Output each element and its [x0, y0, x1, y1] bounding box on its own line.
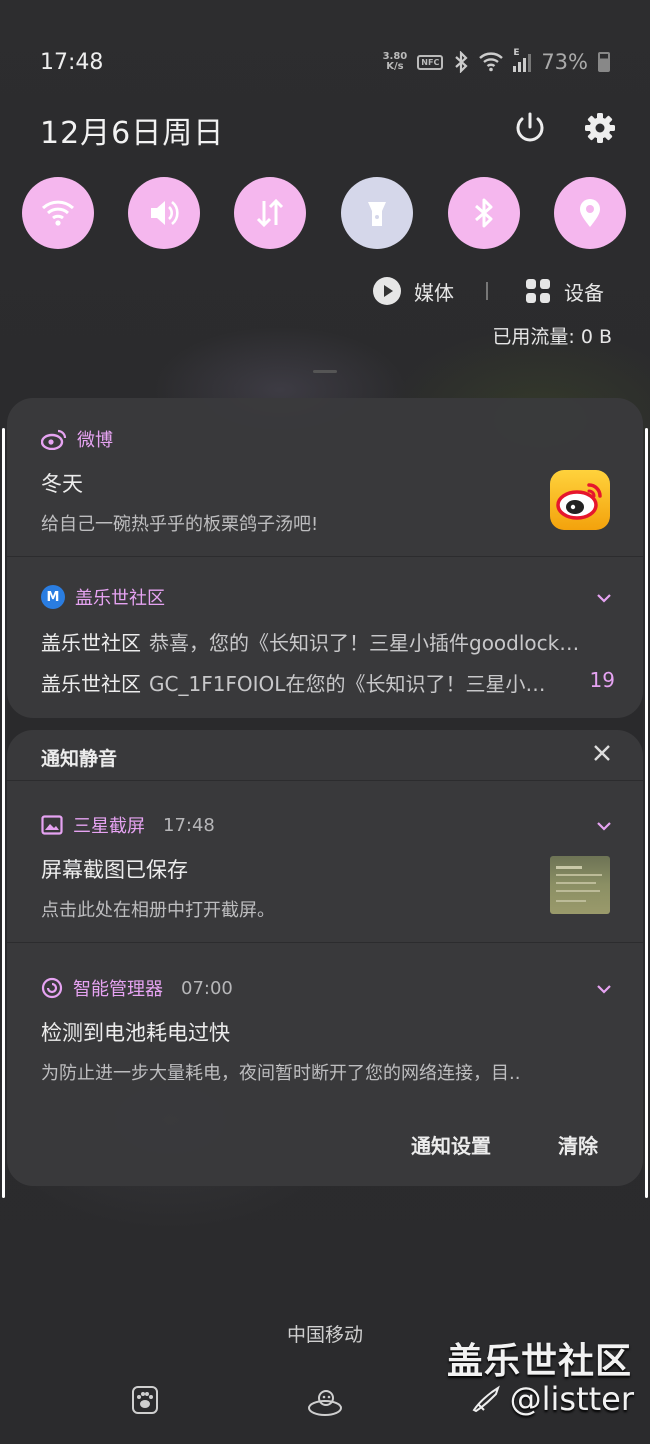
group-message-line: 盖乐世社区 GC_1F1FOIOL在您的《长知识了！三星小… 19: [41, 668, 615, 696]
notification-body: 点击此处在相册中打开截屏。: [41, 900, 275, 921]
devices-grid-icon: [526, 279, 550, 303]
devices-button[interactable]: 设备: [524, 277, 604, 306]
media-button[interactable]: 媒体: [372, 276, 454, 306]
signal-icon: E: [513, 48, 532, 72]
message-count-badge: 19: [589, 668, 615, 692]
notification-settings-button[interactable]: 通知设置: [411, 1130, 491, 1159]
image-icon: [41, 815, 63, 835]
notification-body: 为防止进一步大量耗电，夜间暂时断开了您的网络连接，目..: [41, 1063, 521, 1084]
nfc-icon: NFC: [417, 54, 444, 70]
wifi-status-icon: [479, 52, 504, 72]
media-device-row: 媒体 设备: [372, 276, 604, 306]
data-arrows-icon: [256, 198, 284, 228]
watermark-title: 盖乐世社区: [446, 1341, 632, 1382]
notification-app-row: 三星截屏 17:48: [41, 812, 215, 838]
location-icon: [580, 199, 600, 227]
play-icon: [373, 277, 401, 305]
date-label: 12月6日周日: [40, 116, 225, 151]
notification-title: 冬天: [41, 472, 83, 496]
data-usage-label: 已用流量: 0 B: [492, 326, 612, 348]
notification-app-row: 智能管理器 07:00: [41, 975, 233, 1001]
gear-icon: [585, 113, 615, 143]
mobile-data-toggle[interactable]: [234, 177, 306, 249]
flashlight-toggle[interactable]: [341, 177, 413, 249]
group-message-line: 盖乐世社区 恭喜，您的《长知识了！三星小插件goodlock…: [41, 631, 580, 655]
flashlight-icon: [368, 202, 386, 226]
divider: [486, 282, 488, 300]
chevron-down-icon[interactable]: [595, 589, 613, 607]
chevron-down-icon[interactable]: [595, 980, 613, 998]
notification-app-row: M 盖乐世社区: [41, 584, 165, 610]
power-icon: [516, 112, 544, 142]
silent-notification-panel: 通知静音 三星截屏 17:48 屏幕截图已保存 点击此处在相册中打开截屏。 智能…: [7, 730, 643, 1186]
divider: [7, 556, 643, 557]
wifi-icon: [41, 200, 75, 226]
battery-icon: [598, 52, 610, 72]
community-app-icon: M: [41, 585, 65, 609]
weibo-app-icon: [550, 470, 610, 530]
smart-manager-icon: [41, 977, 63, 999]
status-time: 17:48: [40, 50, 104, 75]
bluetooth-icon: [475, 198, 493, 228]
power-button[interactable]: [510, 108, 550, 148]
scroll-indicator-right: [645, 428, 648, 1198]
notification-app-row: 微博: [41, 426, 113, 452]
screenshot-thumbnail: [550, 856, 610, 914]
silent-section-header: 通知静音: [41, 748, 118, 770]
bluetooth-toggle[interactable]: [448, 177, 520, 249]
divider: [7, 942, 643, 943]
settings-button[interactable]: [580, 108, 620, 148]
scroll-indicator-left: [2, 428, 5, 1198]
weibo-icon: [41, 429, 67, 450]
location-toggle[interactable]: [554, 177, 626, 249]
notification-title: 屏幕截图已保存: [41, 858, 188, 882]
status-icons: 3.80 K/s NFC E 73%: [382, 48, 610, 74]
divider: [7, 780, 643, 781]
chevron-down-icon[interactable]: [595, 817, 613, 835]
watermark-handle: @listter: [470, 1380, 634, 1418]
close-icon[interactable]: [591, 742, 613, 764]
clear-button[interactable]: 清除: [558, 1130, 598, 1159]
brush-icon: [472, 1385, 500, 1413]
battery-percent: 73%: [541, 50, 588, 74]
paw-shortcut-icon[interactable]: [130, 1384, 160, 1416]
wifi-toggle[interactable]: [22, 177, 94, 249]
network-speed: 3.80 K/s: [382, 51, 408, 72]
drag-handle[interactable]: [313, 370, 337, 373]
notification-body: 给自己一碗热乎乎的板栗鸽子汤吧!: [41, 514, 319, 535]
volume-icon: [151, 200, 179, 226]
bluetooth-status-icon: [455, 51, 468, 73]
notification-panel: 微博 冬天 给自己一碗热乎乎的板栗鸽子汤吧! M 盖乐世社区 盖乐世社区 恭喜，…: [7, 398, 643, 718]
notification-title: 检测到电池耗电过快: [41, 1021, 230, 1045]
sound-toggle[interactable]: [128, 177, 200, 249]
pet-character-icon[interactable]: [306, 1386, 344, 1418]
